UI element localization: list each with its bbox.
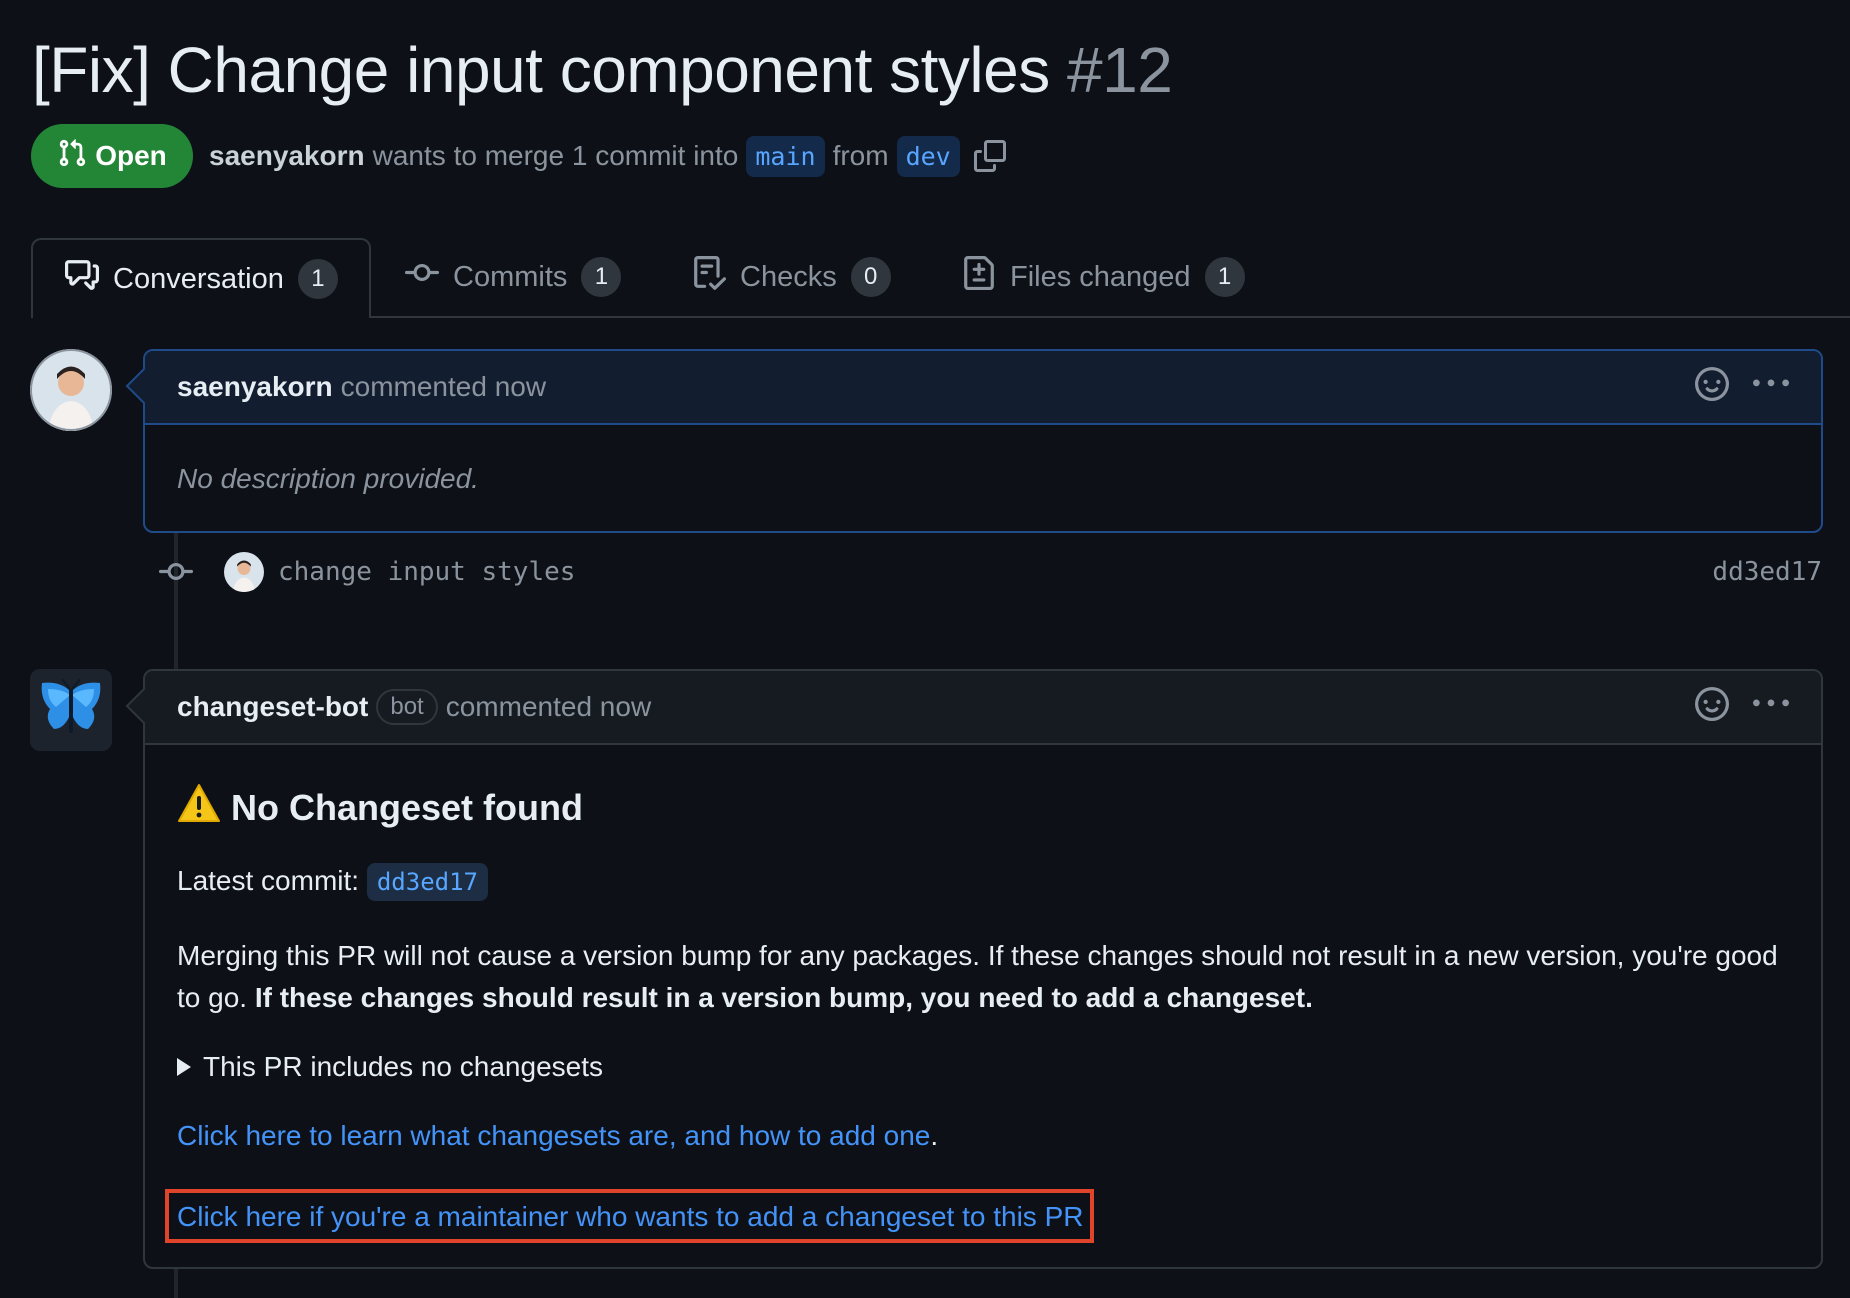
comment-author[interactable]: saenyakorn [177,371,333,403]
kebab-horizontal-icon[interactable] [1753,366,1789,409]
comment-actions [1695,366,1789,409]
tab-files-changed-label: Files changed [1010,260,1191,293]
latest-commit-line: Latest commit: dd3ed17 [177,860,1789,903]
smiley-icon[interactable] [1695,686,1729,728]
pr-state-badge: Open [31,124,193,188]
changeset-explanation: Merging this PR will not cause a version… [177,935,1789,1019]
pr-merge-info: saenyakorn wants to merge 1 commit into … [209,130,1006,182]
latest-commit-sha[interactable]: dd3ed17 [366,863,488,901]
copy-branch-icon[interactable] [973,140,1006,172]
tab-checks[interactable]: Checks 0 [692,238,891,316]
learn-line: Click here to learn what changesets are,… [177,1115,1789,1157]
tab-files-changed-count: 1 [1204,257,1245,297]
bot-comment-card: changeset-bot bot commented now No Chang… [125,669,1823,1269]
commit-row: change input styles dd3ed17 [158,550,1822,594]
comment-header: changeset-bot bot commented now [145,671,1821,745]
git-commit-icon [158,555,194,589]
comment-body: No description provided. [177,463,479,494]
merge-text: wants to merge 1 commit into [372,140,739,171]
explanation-bold-text: If these changes should result in a vers… [254,982,1313,1013]
tab-commits-count: 1 [581,257,622,297]
bot-avatar[interactable] [30,669,112,751]
kebab-horizontal-icon[interactable] [1753,686,1789,729]
latest-commit-label: Latest commit: [177,865,360,896]
tab-conversation[interactable]: Conversation 1 [31,238,371,318]
from-text: from [832,140,889,171]
commit-sha-link[interactable]: dd3ed17 [1712,557,1822,587]
checklist-icon [692,256,727,298]
head-branch[interactable]: dev [896,135,960,177]
bot-comment-body: No Changeset found Latest commit: dd3ed1… [145,745,1821,1267]
comment-actions [1695,686,1789,729]
comment-author[interactable]: changeset-bot [177,691,368,723]
pr-title: [Fix] Change input component styles #12 [32,28,1173,112]
pr-state-label: Open [95,140,167,171]
tab-conversation-label: Conversation [113,262,284,295]
bot-label: bot [376,689,438,725]
commit-author-avatar[interactable] [224,552,264,592]
pr-title-text: [Fix] Change input component styles [32,34,1050,106]
learn-changesets-link[interactable]: Click here to learn what changesets are,… [177,1120,930,1151]
warning-icon [177,783,221,832]
tab-checks-label: Checks [740,260,837,293]
git-commit-icon [405,256,439,298]
highlight-box: Click here if you're a maintainer who wa… [165,1189,1094,1243]
file-diff-icon [962,256,996,298]
tab-conversation-count: 1 [297,259,338,299]
tab-files-changed[interactable]: Files changed 1 [962,238,1245,316]
pr-author-link[interactable]: saenyakorn [209,140,365,172]
details-summary: This PR includes no changesets [203,1051,603,1082]
comment-timestamp[interactable]: commented now [341,371,546,403]
comment-timestamp[interactable]: commented now [446,691,651,723]
comment-header: saenyakorn commented now [145,351,1821,425]
changeset-heading-text: No Changeset found [231,786,583,828]
changeset-heading: No Changeset found [177,783,1789,832]
comment-card: saenyakorn commented now No description … [125,349,1823,533]
commit-message-link[interactable]: change input styles [278,557,575,587]
learn-period: . [930,1120,939,1151]
comment-discussion-icon [65,258,99,300]
tab-checks-count: 0 [850,257,891,297]
triangle-right-icon [177,1058,191,1076]
git-pull-request-icon [57,138,87,175]
avatar[interactable] [30,349,112,431]
changesets-details-toggle[interactable]: This PR includes no changesets [177,1051,1789,1083]
smiley-icon[interactable] [1695,366,1729,408]
tab-commits-label: Commits [453,260,568,293]
pr-number: #12 [1067,34,1173,106]
base-branch[interactable]: main [746,135,825,177]
tab-commits[interactable]: Commits 1 [405,238,622,316]
add-changeset-link[interactable]: Click here if you're a maintainer who wa… [177,1201,1084,1232]
